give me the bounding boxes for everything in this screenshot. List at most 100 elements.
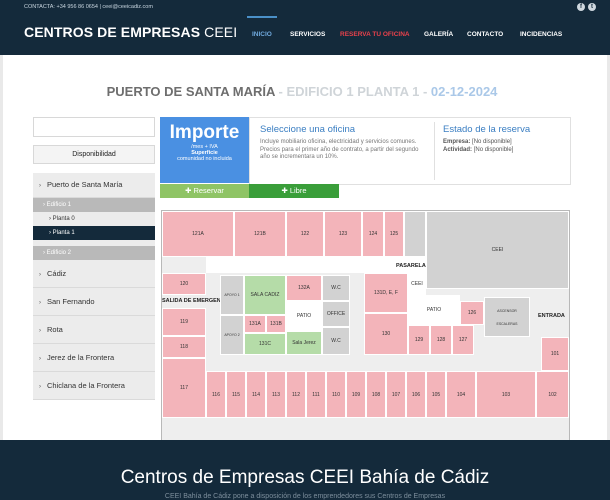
elevator-stairs: ASCENSOR ESCALERAS (484, 297, 530, 337)
office-127[interactable]: 127 (452, 325, 474, 355)
footer-title: Centros de Empresas CEEI Bahía de Cádiz (120, 467, 490, 488)
chevron-right-icon: › (39, 328, 41, 334)
office-123[interactable]: 123 (324, 211, 362, 257)
footer-subtitle: CEEI Bahía de Cádiz pone a disposición d… (164, 493, 446, 500)
sidebar-item-puerto[interactable]: › Puerto de Santa María (33, 173, 155, 198)
sidebar-item-chiclana[interactable]: › Chiclana de la Frontera (33, 372, 155, 400)
office-131def[interactable]: 131D, E, F (364, 273, 408, 313)
sidebar-item-cadiz[interactable]: › Cádiz (33, 260, 155, 288)
office-110[interactable]: 110 (326, 371, 346, 418)
free-button[interactable]: ✚ Libre (249, 184, 339, 198)
sidebar-item-edificio-1[interactable]: › Edificio 1 (33, 198, 155, 212)
office-room: OFFICE (322, 301, 350, 327)
facebook-icon[interactable]: f (577, 3, 585, 11)
sidebar-item-label: Cádiz (47, 269, 67, 278)
sala-jerez[interactable]: Sala Jerez (286, 331, 322, 355)
floor-plan: 121A 121B 122 123 124 125 CEEI PASARELA … (161, 210, 570, 472)
office-103[interactable]: 103 (476, 371, 536, 418)
office-105[interactable]: 105 (426, 371, 446, 418)
reservation-company: Empresa: [No disponible] (443, 139, 567, 147)
office-122[interactable]: 122 (286, 211, 324, 257)
title-center: PUERTO DE SANTA MARÍA (106, 84, 275, 99)
support-room-1: APOYO 1 (220, 275, 244, 315)
office-131b[interactable]: 131B (266, 315, 286, 333)
ceei-label-box: CEEI (408, 273, 426, 295)
brand-suffix: CEEI (204, 24, 238, 40)
sidebar-item-rota[interactable]: › Rota (33, 316, 155, 344)
office-126[interactable]: 126 (460, 301, 484, 325)
activity-value: [No disponible] (473, 146, 514, 153)
office-106[interactable]: 106 (406, 371, 426, 418)
office-131a[interactable]: 131A (244, 315, 266, 333)
sidebar-item-label: Edificio 2 (46, 250, 72, 256)
site-logo[interactable]: CENTROS DE EMPRESAS CEEI (24, 24, 237, 40)
availability-button[interactable]: Disponibilidad (33, 145, 155, 164)
office-124[interactable]: 124 (362, 211, 384, 257)
office-selection-info: Seleccione una oficina Incluye mobiliari… (260, 124, 430, 162)
corridor-block (404, 211, 426, 257)
chevron-right-icon: › (39, 183, 41, 189)
office-101[interactable]: 101 (541, 337, 569, 371)
wc-2: W.C (322, 327, 350, 355)
sidebar-item-planta-1[interactable]: › Planta 1 (33, 226, 155, 240)
nav-incidencias[interactable]: INCIDENCIAS (520, 31, 562, 38)
sidebar-item-label: Chiclana de la Frontera (47, 381, 125, 390)
sidebar-item-planta-0[interactable]: › Planta 0 (33, 212, 155, 226)
chevron-right-icon: › (39, 300, 41, 306)
office-114[interactable]: 114 (246, 371, 266, 418)
office-104[interactable]: 104 (446, 371, 476, 418)
office-111[interactable]: 111 (306, 371, 326, 418)
office-125[interactable]: 125 (384, 211, 404, 257)
nav-reserva-tu-oficina[interactable]: RESERVA TU OFICINA (340, 31, 410, 38)
sidebar-item-san-fernando[interactable]: › San Fernando (33, 288, 155, 316)
reserve-button[interactable]: ✚ Reservar (160, 184, 249, 198)
nav-contacto[interactable]: CONTACTO (467, 31, 503, 38)
office-109[interactable]: 109 (346, 371, 366, 418)
office-121a[interactable]: 121A (162, 211, 234, 257)
activity-label: Actividad: (443, 146, 473, 153)
sidebar-item-label: San Fernando (47, 297, 95, 306)
sidebar: Disponibilidad › Puerto de Santa María › … (33, 117, 155, 400)
office-115[interactable]: 115 (226, 371, 246, 418)
office-118[interactable]: 118 (162, 336, 206, 358)
sidebar-item-label: Edificio 1 (46, 202, 72, 208)
date-picker-field[interactable] (33, 117, 155, 137)
sidebar-item-label: Puerto de Santa María (47, 180, 123, 189)
office-108[interactable]: 108 (366, 371, 386, 418)
twitter-icon[interactable]: t (588, 3, 596, 11)
nav-inicio[interactable]: INICIO (247, 16, 277, 38)
office-131c[interactable]: 131C (244, 333, 286, 355)
contact-info: CONTACTA: +34 956 86 0654 | ceei@ceeicad… (24, 4, 153, 10)
office-113[interactable]: 113 (266, 371, 286, 418)
office-112[interactable]: 112 (286, 371, 306, 418)
nav-galeria[interactable]: GALERÍA (424, 31, 453, 38)
footer: Centros de Empresas CEEI Bahía de Cádiz … (0, 440, 610, 500)
title-date: 02-12-2024 (430, 84, 498, 99)
office-117[interactable]: 117 (162, 358, 206, 418)
stairs-label: ESCALERAS (496, 321, 518, 326)
sala-cadiz[interactable]: SALA CADIZ (244, 275, 286, 315)
office-132a[interactable]: 132A (286, 275, 322, 301)
company-value: [No disponible] (472, 139, 512, 145)
office-102[interactable]: 102 (536, 371, 569, 418)
corridor (206, 257, 426, 273)
office-128[interactable]: 128 (430, 325, 452, 355)
office-129[interactable]: 129 (408, 325, 430, 355)
sidebar-item-label: Rota (47, 325, 63, 334)
office-107[interactable]: 107 (386, 371, 406, 418)
divider (434, 122, 435, 180)
office-120[interactable]: 120 (162, 273, 206, 295)
main-navbar: CENTROS DE EMPRESAS CEEI INICIO SERVICIO… (0, 14, 610, 55)
center-list: › Puerto de Santa María › Edificio 1 › Pl… (33, 173, 155, 400)
price-note: comunidad no incluida (177, 156, 232, 162)
nav-servicios[interactable]: SERVICIOS (290, 31, 325, 38)
office-130[interactable]: 130 (364, 313, 408, 355)
brand-name: CENTROS DE EMPRESAS (24, 24, 201, 40)
office-119[interactable]: 119 (162, 308, 206, 336)
office-121b[interactable]: 121B (234, 211, 286, 257)
sidebar-item-edificio-2[interactable]: › Edificio 2 (33, 246, 155, 260)
chevron-right-icon: › (39, 384, 41, 390)
office-116[interactable]: 116 (206, 371, 226, 418)
office-selection-text: Incluye mobiliario oficina, electricidad… (260, 139, 419, 160)
sidebar-item-jerez[interactable]: › Jerez de la Frontera (33, 344, 155, 372)
